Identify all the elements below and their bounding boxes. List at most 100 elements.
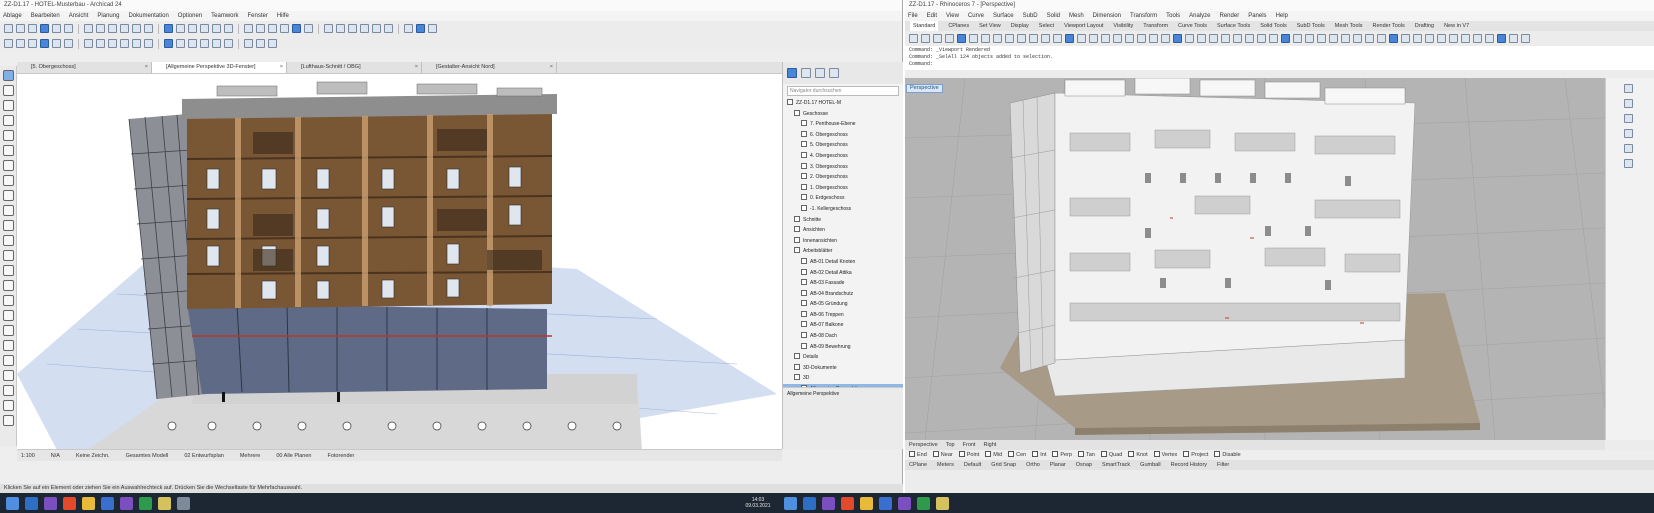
rhino-command-icon[interactable] (1197, 34, 1206, 43)
toolbar-tool-icon[interactable] (188, 24, 197, 33)
toolbar-tool-icon[interactable] (52, 39, 61, 48)
navigator-item[interactable]: ZZ-D1.17 HOTEL-M (783, 98, 903, 109)
rhino-command-icon[interactable] (969, 34, 978, 43)
rhino-command-icon[interactable] (1245, 34, 1254, 43)
rhino-perspective-viewport[interactable] (905, 78, 1605, 440)
checkbox-icon[interactable] (794, 247, 800, 254)
rhino-command-icon[interactable] (1413, 34, 1422, 43)
toolbar-tool-icon[interactable] (28, 39, 37, 48)
rhino-command-icon[interactable] (1269, 34, 1278, 43)
status-pane[interactable]: Planar (1050, 460, 1066, 470)
teams-icon[interactable] (120, 496, 133, 510)
checkbox-icon[interactable] (787, 99, 793, 105)
rhino-toolbar-tab[interactable]: Mesh Tools (1335, 21, 1363, 31)
checkbox-icon[interactable] (794, 226, 800, 233)
rhino-command-icon[interactable] (981, 34, 990, 43)
rhino-command-icon[interactable] (1401, 34, 1410, 43)
tool-palette-icon[interactable] (3, 355, 14, 366)
menu-teamwork[interactable]: Teamwork (211, 11, 238, 21)
toolbar-tool-icon[interactable] (64, 39, 73, 48)
toolbar-tool-icon[interactable] (404, 24, 413, 33)
checkbox-icon[interactable] (1153, 451, 1160, 457)
tool-palette-icon[interactable] (3, 235, 14, 246)
tool-palette-icon[interactable] (3, 145, 14, 156)
rhino-command-icon[interactable] (1437, 34, 1446, 43)
osnap-toggle[interactable]: Int (1032, 450, 1046, 460)
checkbox-icon[interactable] (801, 321, 807, 328)
rhino-command-icon[interactable] (1029, 34, 1038, 43)
excel-icon[interactable] (139, 496, 152, 510)
navigator-item[interactable]: 3. Obergeschoss (783, 162, 903, 173)
tool-palette-icon[interactable] (3, 325, 14, 336)
checkbox-icon[interactable] (801, 342, 807, 349)
navigator-item[interactable]: 7. Penthouse-Ebene (783, 119, 903, 130)
tool-palette-icon[interactable] (3, 250, 14, 261)
checkbox-icon[interactable] (1214, 451, 1221, 457)
rhino-menu-item[interactable]: File (908, 11, 918, 21)
navigator-item[interactable]: 4. Obergeschoss (783, 151, 903, 162)
rhino-toolbar-tab[interactable]: Display (1011, 21, 1029, 31)
tool-palette-icon[interactable] (3, 220, 14, 231)
toolbar-tool-icon[interactable] (244, 24, 253, 33)
toolbar-tool-icon[interactable] (428, 24, 437, 33)
rhino-command-icon[interactable] (1185, 34, 1194, 43)
status-pane[interactable]: Ortho (1026, 460, 1040, 470)
checkbox-icon[interactable] (801, 130, 807, 137)
checkbox-icon[interactable] (801, 151, 807, 158)
navigator-item[interactable]: Innenansichten (783, 236, 903, 247)
checkbox-icon[interactable] (932, 451, 939, 457)
tool-palette-icon[interactable] (3, 115, 14, 126)
view-setting-dropdown[interactable]: Gesamtes Modell (126, 453, 169, 459)
rhino-toolbar-tab[interactable]: Render Tools (1372, 21, 1404, 31)
tool-palette-icon[interactable] (3, 265, 14, 276)
rhino-command-icon[interactable] (1497, 34, 1506, 43)
navigator-item[interactable]: Geschosse (783, 109, 903, 120)
viewport-title-label[interactable]: Perspective (906, 84, 943, 93)
rhino-command-icon[interactable] (1233, 34, 1242, 43)
toolbar-tool-icon[interactable] (52, 24, 61, 33)
navigator-item[interactable]: 5. Obergeschoss (783, 140, 903, 151)
checkbox-icon[interactable] (801, 332, 807, 339)
checkbox-icon[interactable] (1008, 451, 1015, 457)
navigator-item[interactable]: -1. Kellergeschoss (783, 204, 903, 215)
checkbox-icon[interactable] (794, 374, 800, 381)
rhino-menu-item[interactable]: Curve (968, 11, 984, 21)
rhino-command-icon[interactable] (1041, 34, 1050, 43)
teams-icon[interactable] (898, 496, 911, 510)
rhino-toolbar-tab[interactable]: Curve Tools (1178, 21, 1207, 31)
checkbox-icon[interactable] (801, 310, 807, 317)
checkbox-icon[interactable] (794, 215, 800, 222)
rhino-command-icon[interactable] (1329, 34, 1338, 43)
toolbar-tool-icon[interactable] (96, 39, 105, 48)
taskbar-clock[interactable]: 14:03 09.03.2021 (738, 497, 778, 509)
menu-ansicht[interactable]: Ansicht (69, 11, 89, 21)
toolbar-tool-icon[interactable] (28, 24, 37, 33)
rhino-menu-item[interactable]: Solid (1047, 11, 1060, 21)
rhino-toolbar-tab[interactable]: Drafting (1415, 21, 1434, 31)
toolbar-tool-icon[interactable] (280, 24, 289, 33)
rhino-command-icon[interactable] (1461, 34, 1470, 43)
rhino-command-icon[interactable] (1149, 34, 1158, 43)
menu-ablage[interactable]: Ablage (3, 11, 22, 21)
checkbox-icon[interactable] (801, 257, 807, 264)
side-panel-icon[interactable] (1624, 114, 1633, 123)
osnap-toggle[interactable]: Mid (985, 450, 1002, 460)
checkbox-icon[interactable] (1032, 451, 1039, 457)
tool-palette-icon[interactable] (3, 100, 14, 111)
osnap-toggle[interactable]: Perp (1052, 450, 1072, 460)
rhino-toolbar-tab[interactable]: Visibility (1113, 21, 1133, 31)
navigator-item[interactable]: 0. Erdgeschoss (783, 193, 903, 204)
toolbar-tool-icon[interactable] (384, 24, 393, 33)
layout-book-icon[interactable] (815, 68, 825, 78)
toolbar-tool-icon[interactable] (40, 39, 49, 48)
toolbar-tool-icon[interactable] (336, 24, 345, 33)
toolbar-tool-icon[interactable] (108, 24, 117, 33)
archicad-3d-viewport[interactable] (17, 73, 782, 449)
rhino-menu-item[interactable]: Transform (1130, 11, 1157, 21)
navigator-item[interactable]: Ansichten (783, 225, 903, 236)
navigator-item[interactable]: 2. Obergeschoss (783, 172, 903, 183)
view-setting-dropdown[interactable]: Keine Zeichn. (76, 453, 110, 459)
navigator-item[interactable]: 6. Obergeschoss (783, 130, 903, 141)
toolbar-tool-icon[interactable] (16, 24, 25, 33)
osnap-toggle[interactable]: Project (1183, 450, 1208, 460)
